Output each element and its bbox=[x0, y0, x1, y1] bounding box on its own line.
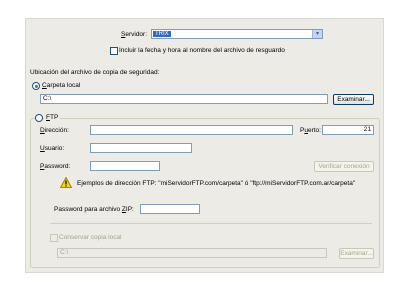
local-folder-radio[interactable] bbox=[32, 82, 40, 90]
local-folder-label: Carpeta local bbox=[42, 82, 81, 89]
ftp-label: FTP bbox=[44, 114, 61, 121]
ftp-user-label: Usuario: bbox=[40, 145, 65, 152]
ftp-password-input[interactable] bbox=[90, 161, 160, 171]
keep-local-label: Conservar copia local bbox=[59, 234, 122, 241]
server-select[interactable]: TRIX ▾ bbox=[151, 29, 323, 39]
ftp-address-input[interactable] bbox=[90, 125, 293, 135]
keep-local-path-input[interactable]: C:\ bbox=[57, 248, 327, 258]
warning-icon bbox=[60, 177, 72, 188]
backup-settings-panel: Servidor: TRIX ▾ Incluir la fecha y hora… bbox=[25, 18, 384, 273]
server-label: Servidor: bbox=[121, 31, 148, 38]
ftp-port-label: Puerto: bbox=[300, 127, 321, 134]
ftp-port-input[interactable]: 21 bbox=[322, 125, 374, 135]
local-browse-button[interactable]: Examinar... bbox=[333, 94, 374, 105]
ftp-password-label: Password: bbox=[40, 163, 71, 170]
chevron-down-icon[interactable]: ▾ bbox=[312, 30, 322, 38]
zip-password-input[interactable] bbox=[140, 204, 200, 214]
divider bbox=[50, 223, 372, 224]
include-date-checkbox[interactable] bbox=[110, 47, 118, 55]
location-heading: Ubicación del archivo de copia de seguri… bbox=[30, 69, 160, 76]
server-selected-value: TRIX bbox=[153, 31, 171, 37]
verify-connection-button[interactable]: Verificar conexión bbox=[314, 161, 374, 172]
ftp-group bbox=[30, 118, 380, 268]
keep-local-checkbox[interactable] bbox=[50, 234, 58, 242]
ftp-address-hint: Ejemplos de dirección FTP: "miServidorFT… bbox=[77, 180, 356, 187]
keep-local-browse-button[interactable]: Examinar... bbox=[339, 248, 374, 259]
local-path-input[interactable]: C:\ bbox=[40, 94, 328, 104]
ftp-radio[interactable] bbox=[35, 114, 43, 122]
ftp-user-input[interactable] bbox=[90, 143, 192, 153]
zip-password-label: Password para archivo ZIP: bbox=[54, 206, 134, 213]
ftp-address-label: Dirección: bbox=[40, 127, 69, 134]
include-date-label: Incluir la fecha y hora al nombre del ar… bbox=[119, 47, 285, 54]
